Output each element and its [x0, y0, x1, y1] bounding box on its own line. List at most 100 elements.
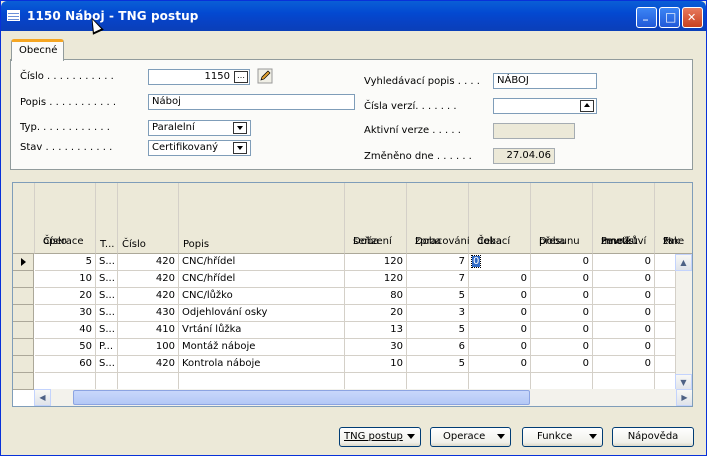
- row-selector[interactable]: [13, 288, 34, 305]
- row-selector[interactable]: [13, 305, 34, 322]
- cell-proc[interactable]: 6: [407, 339, 469, 356]
- cell-desc[interactable]: CNC/hřídel: [179, 271, 345, 288]
- cell-num[interactable]: 430: [118, 305, 179, 322]
- cell-t[interactable]: S...: [96, 356, 118, 373]
- cell-move[interactable]: 0: [531, 322, 593, 339]
- cell-move[interactable]: 0: [531, 288, 593, 305]
- cell-op[interactable]: 5: [35, 254, 96, 271]
- cell-num[interactable]: 420: [118, 356, 179, 373]
- cell-op[interactable]: 50: [35, 339, 96, 356]
- cell-op[interactable]: 30: [35, 305, 96, 322]
- cell-op[interactable]: 10: [35, 271, 96, 288]
- cell-proc[interactable]: 5: [407, 322, 469, 339]
- cell-desc[interactable]: [179, 373, 345, 390]
- column-header-pevne-mnozstvi-zmetku[interactable]: Pevné množství zmetků: [593, 183, 655, 254]
- cell-wait[interactable]: 0: [469, 322, 531, 339]
- cell-empty[interactable]: [655, 356, 677, 373]
- cell-num[interactable]: [118, 373, 179, 390]
- cell-empty[interactable]: [655, 322, 677, 339]
- cell-scrap[interactable]: 0: [593, 254, 655, 271]
- cell-t[interactable]: P...: [96, 339, 118, 356]
- column-header-cislo[interactable]: Číslo: [118, 183, 179, 254]
- column-header-doba-presunu[interactable]: Doba přesunu: [531, 183, 593, 254]
- tab-obecne[interactable]: Obecné: [11, 39, 64, 61]
- cell-t[interactable]: S...: [96, 288, 118, 305]
- cell-proc[interactable]: 5: [407, 288, 469, 305]
- cell-num[interactable]: 420: [118, 288, 179, 305]
- column-header-popis[interactable]: Popis: [179, 183, 345, 254]
- tng-postup-button[interactable]: TNG postup: [339, 427, 421, 447]
- cell-setup[interactable]: 80: [345, 288, 407, 305]
- column-header-cekaci-doba[interactable]: Čekací doba: [469, 183, 531, 254]
- cell-scrap[interactable]: [593, 373, 655, 390]
- cell-empty[interactable]: [655, 288, 677, 305]
- cell-setup[interactable]: 120: [345, 254, 407, 271]
- cell-wait[interactable]: [469, 373, 531, 390]
- cell-empty[interactable]: [655, 271, 677, 288]
- cell-desc[interactable]: Vrtání lůžka: [179, 322, 345, 339]
- cell-setup[interactable]: 13: [345, 322, 407, 339]
- cell-op[interactable]: 60: [35, 356, 96, 373]
- cell-setup[interactable]: 20: [345, 305, 407, 322]
- cell-proc[interactable]: 3: [407, 305, 469, 322]
- napoveda-button[interactable]: Nápověda: [612, 427, 694, 447]
- cell-empty[interactable]: [655, 254, 677, 271]
- row-selector[interactable]: [13, 322, 34, 339]
- cell-wait[interactable]: 0: [469, 254, 531, 271]
- row-selector[interactable]: [13, 356, 34, 373]
- cell-scrap[interactable]: 0: [593, 356, 655, 373]
- cell-empty[interactable]: [655, 373, 677, 390]
- cell-proc[interactable]: 5: [407, 356, 469, 373]
- cell-move[interactable]: [531, 373, 593, 390]
- column-header-doba-serizeni[interactable]: Doba seřízení: [345, 183, 407, 254]
- cell-move[interactable]: 0: [531, 356, 593, 373]
- cell-proc[interactable]: 7: [407, 254, 469, 271]
- scroll-right-icon[interactable]: ▶: [676, 389, 692, 406]
- cell-wait[interactable]: 0: [469, 305, 531, 322]
- cell-t[interactable]: S...: [96, 322, 118, 339]
- vertical-scrollbar[interactable]: ▲ ▼: [675, 254, 692, 391]
- row-selector[interactable]: [13, 254, 34, 271]
- cell-desc[interactable]: CNC/hřídel: [179, 254, 345, 271]
- row-selector[interactable]: [13, 271, 34, 288]
- cell-desc[interactable]: Odjehlování osky: [179, 305, 345, 322]
- scroll-left-icon[interactable]: ◀: [34, 389, 51, 406]
- cell-num[interactable]: 100: [118, 339, 179, 356]
- cell-scrap[interactable]: 0: [593, 339, 655, 356]
- cell-t[interactable]: S...: [96, 254, 118, 271]
- column-header-typ[interactable]: T...: [96, 183, 118, 254]
- cell-wait[interactable]: 0: [469, 271, 531, 288]
- vyhledavaci-popis-field[interactable]: NÁBOJ: [493, 73, 597, 89]
- typ-dropdown-icon[interactable]: [233, 122, 247, 134]
- cell-setup[interactable]: 120: [345, 271, 407, 288]
- row-selector[interactable]: [13, 339, 34, 356]
- cell-desc[interactable]: CNC/lůžko: [179, 288, 345, 305]
- cell-proc[interactable]: 7: [407, 271, 469, 288]
- column-header-cislo-operace[interactable]: Číslo operace: [35, 183, 96, 254]
- cell-wait[interactable]: 0: [469, 356, 531, 373]
- cell-desc[interactable]: Montáž náboje: [179, 339, 345, 356]
- cell-setup[interactable]: 10: [345, 356, 407, 373]
- cell-move[interactable]: 0: [531, 254, 593, 271]
- cell-setup[interactable]: [345, 373, 407, 390]
- close-button[interactable]: ✕: [682, 7, 703, 28]
- scroll-up-icon[interactable]: ▲: [675, 254, 692, 271]
- cell-num[interactable]: 420: [118, 254, 179, 271]
- cell-t[interactable]: S...: [96, 305, 118, 322]
- cell-proc[interactable]: [407, 373, 469, 390]
- cell-wait[interactable]: 0: [469, 288, 531, 305]
- horizontal-scrollbar[interactable]: ◀ ▶: [34, 389, 692, 406]
- funkce-button[interactable]: Funkce: [522, 427, 603, 447]
- cell-num[interactable]: 420: [118, 271, 179, 288]
- cisla-verzi-button-icon[interactable]: [580, 100, 594, 112]
- horizontal-scroll-thumb[interactable]: [73, 390, 530, 405]
- cell-desc[interactable]: Kontrola náboje: [179, 356, 345, 373]
- cell-move[interactable]: 0: [531, 271, 593, 288]
- active-cell-value[interactable]: 0: [470, 255, 482, 268]
- maximize-button[interactable]: □: [659, 7, 680, 28]
- operace-button[interactable]: Operace: [430, 427, 511, 447]
- row-selector[interactable]: [13, 373, 34, 390]
- cell-setup[interactable]: 30: [345, 339, 407, 356]
- popis-field[interactable]: Náboj: [148, 94, 355, 110]
- column-header-faktor-zmetku[interactable]: Fak zme%: [655, 183, 692, 254]
